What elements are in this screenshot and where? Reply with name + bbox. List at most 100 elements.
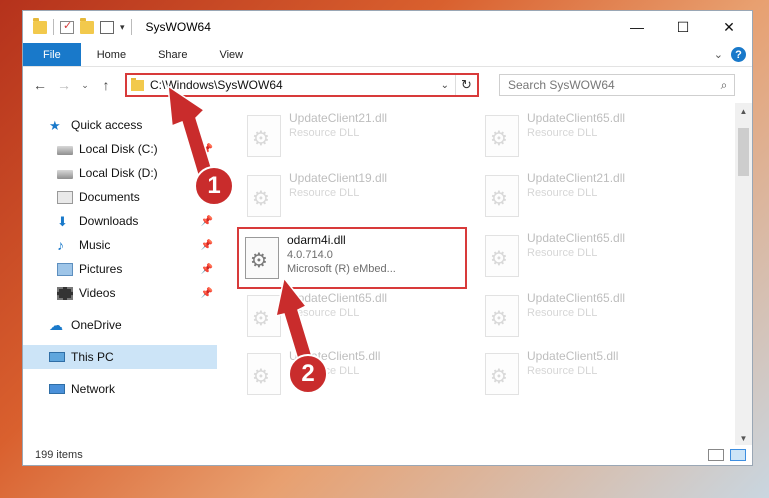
target-dll-file[interactable]: odarm4i.dll 4.0.714.0 Microsoft (R) eMbe… — [237, 227, 467, 289]
sidebar-item-local-disk-c[interactable]: Local Disk (C:) 📌 — [23, 137, 217, 161]
file-name: UpdateClient21.dll — [289, 111, 388, 125]
file-item[interactable]: UpdateClient5.dll Resource DLL — [247, 349, 475, 405]
window-title: SysWOW64 — [145, 20, 211, 34]
file-item[interactable]: UpdateClient21.dll Resource DLL — [247, 111, 475, 167]
pin-icon[interactable]: 📌 — [201, 288, 213, 299]
step-badge-1: 1 — [194, 166, 234, 206]
ribbon-right-controls: ⌄ ? — [714, 43, 752, 66]
details-view-icon[interactable] — [708, 449, 724, 461]
file-item[interactable]: UpdateClient19.dll Resource DLL — [247, 171, 475, 227]
sidebar-item-label: Pictures — [79, 262, 123, 276]
tiles-view-icon[interactable] — [730, 449, 746, 461]
file-description: Resource DLL — [527, 127, 598, 139]
dll-file-icon — [247, 295, 281, 337]
toolbar-divider — [130, 19, 132, 35]
recent-locations-button[interactable]: ⌄ — [79, 80, 91, 91]
tab-share[interactable]: Share — [142, 43, 203, 66]
file-item[interactable]: UpdateClient5.dll Resource DLL — [485, 349, 713, 405]
pin-icon[interactable]: 📌 — [201, 240, 213, 251]
dll-file-icon — [247, 353, 281, 395]
sidebar-item-network[interactable]: Network — [23, 377, 217, 401]
videos-icon — [57, 286, 73, 300]
content-area: ★ Quick access Local Disk (C:) 📌 Local D… — [23, 103, 752, 447]
search-box[interactable]: Search SysWOW64 ⌕ — [499, 74, 735, 96]
forward-button[interactable]: → — [55, 77, 73, 93]
address-bar[interactable]: C:\Windows\SysWOW64 ⌄ ↻ — [125, 73, 479, 97]
file-description: Resource DLL — [289, 307, 360, 319]
file-item[interactable]: UpdateClient21.dll Resource DLL — [485, 171, 713, 227]
ribbon-tabs: File Home Share View ⌄ ? — [23, 43, 752, 67]
file-list: UpdateClient21.dll Resource DLL UpdateCl… — [217, 103, 752, 447]
tab-file[interactable]: File — [23, 43, 81, 66]
vertical-scrollbar[interactable]: ▲ ▼ — [735, 103, 752, 447]
view-switcher — [708, 449, 752, 461]
sidebar-item-label: Network — [71, 382, 116, 396]
dll-file-icon — [485, 115, 519, 157]
file-item[interactable]: UpdateClient65.dll Resource DLL — [247, 291, 475, 347]
minimize-button[interactable]: — — [614, 11, 660, 43]
file-name: UpdateClient21.dll — [527, 171, 626, 185]
sidebar-item-documents[interactable]: Documents — [23, 185, 217, 209]
cloud-icon: ☁ — [49, 316, 63, 333]
customize-toolbar-icon[interactable] — [100, 20, 114, 34]
up-button[interactable]: ↑ — [97, 77, 115, 93]
network-icon — [49, 384, 65, 394]
expand-ribbon-icon[interactable]: ⌄ — [714, 48, 723, 61]
sidebar-item-local-disk-d[interactable]: Local Disk (D:) — [23, 161, 217, 185]
sidebar-item-this-pc[interactable]: This PC — [23, 345, 217, 369]
scroll-up-icon[interactable]: ▲ — [735, 103, 752, 120]
pin-icon[interactable]: 📌 — [201, 264, 213, 275]
tab-view[interactable]: View — [203, 43, 259, 66]
file-name: odarm4i.dll — [287, 233, 346, 247]
sidebar-item-label: This PC — [71, 350, 114, 364]
toolbar-dropdown-icon[interactable]: ▾ — [120, 22, 125, 33]
file-name: UpdateClient5.dll — [527, 349, 619, 363]
dll-file-icon — [485, 295, 519, 337]
address-dropdown-icon[interactable]: ⌄ — [435, 80, 455, 91]
download-icon: ⬇ — [57, 213, 68, 229]
file-name: UpdateClient65.dll — [527, 291, 626, 305]
properties-check-icon[interactable] — [60, 19, 74, 34]
file-description: Resource DLL — [527, 187, 598, 199]
help-icon[interactable]: ? — [731, 47, 746, 62]
back-button[interactable]: ← — [31, 77, 49, 93]
scrollbar-thumb[interactable] — [738, 128, 749, 176]
search-input[interactable]: Search SysWOW64 — [508, 78, 615, 92]
pin-icon[interactable]: 📌 — [201, 144, 213, 155]
drive-icon — [57, 169, 73, 179]
step-badge-2: 2 — [288, 354, 328, 394]
new-folder-icon[interactable] — [80, 17, 94, 34]
file-description: Resource DLL — [289, 187, 360, 199]
file-item[interactable]: UpdateClient65.dll Resource DLL — [485, 231, 713, 287]
sidebar-item-downloads[interactable]: ⬇ Downloads 📌 — [23, 209, 217, 233]
pin-icon[interactable]: 📌 — [201, 216, 213, 227]
computer-icon — [49, 352, 65, 362]
file-item[interactable]: UpdateClient65.dll Resource DLL — [485, 291, 713, 347]
file-description: Resource DLL — [527, 365, 598, 377]
file-name: UpdateClient19.dll — [289, 171, 388, 185]
refresh-button[interactable]: ↻ — [455, 75, 477, 95]
sidebar-item-onedrive[interactable]: ☁ OneDrive — [23, 313, 217, 337]
file-name: UpdateClient65.dll — [527, 231, 626, 245]
close-button[interactable]: ✕ — [706, 11, 752, 43]
sidebar-item-music[interactable]: ♪ Music 📌 — [23, 233, 217, 257]
sidebar-item-quick-access[interactable]: ★ Quick access — [23, 113, 217, 137]
tab-home[interactable]: Home — [81, 43, 142, 66]
sidebar-item-label: Local Disk (C:) — [79, 142, 158, 156]
sidebar-item-label: Music — [79, 238, 111, 252]
folder-icon — [131, 77, 144, 91]
folder-icon[interactable] — [33, 17, 47, 34]
sidebar-item-pictures[interactable]: Pictures 📌 — [23, 257, 217, 281]
maximize-button[interactable]: ☐ — [660, 11, 706, 43]
search-icon[interactable]: ⌕ — [714, 78, 734, 93]
sidebar-item-label: Downloads — [79, 214, 139, 228]
quick-access-toolbar: ▾ — [33, 17, 132, 35]
sidebar-item-label: Local Disk (D:) — [79, 166, 158, 180]
file-name: UpdateClient65.dll — [527, 111, 626, 125]
navigation-pane: ★ Quick access Local Disk (C:) 📌 Local D… — [23, 103, 217, 447]
sidebar-item-videos[interactable]: Videos 📌 — [23, 281, 217, 305]
file-version: 4.0.714.0 — [287, 249, 333, 261]
music-icon: ♪ — [57, 236, 64, 253]
file-item[interactable]: UpdateClient65.dll Resource DLL — [485, 111, 713, 167]
address-path[interactable]: C:\Windows\SysWOW64 — [150, 78, 435, 92]
